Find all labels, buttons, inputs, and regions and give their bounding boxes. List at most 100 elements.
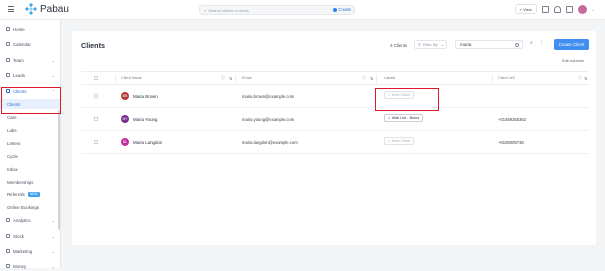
client-email: maria.brown@example.com: [242, 94, 295, 99]
create-client-button[interactable]: Create Client: [554, 39, 589, 50]
app-logo[interactable]: Pabau: [25, 3, 69, 15]
calendar-icon[interactable]: [541, 5, 549, 13]
user-avatar[interactable]: [577, 4, 587, 14]
filter-label: Filter By: [422, 42, 438, 47]
info-icon: ⓘ: [362, 76, 366, 80]
info-icon: ⓘ: [221, 76, 225, 80]
column-header-client-name[interactable]: Client Name: [121, 76, 142, 80]
client-email: maria.langdon@example.com: [242, 140, 298, 145]
client-count: 3 Clients: [390, 43, 408, 48]
sidebar-item-label: Team: [13, 57, 24, 63]
search-placeholder: Search clients or leads: [208, 7, 249, 13]
marketing-icon: [6, 249, 10, 253]
client-name[interactable]: Maria Langdon: [133, 140, 162, 145]
stock-icon: [6, 234, 10, 238]
info-icon: ⓘ: [578, 76, 582, 80]
pabau-logo-icon: [25, 3, 37, 15]
menu-icon[interactable]: [8, 6, 14, 12]
view-button[interactable]: + View: [514, 4, 537, 14]
client-phone: +01489255362: [498, 117, 527, 122]
select-all-checkbox[interactable]: [94, 76, 98, 80]
analytics-icon: [6, 218, 10, 222]
sidebar-item-stock[interactable]: Stock ⌄: [0, 231, 61, 241]
column-header-labels[interactable]: Labels: [384, 76, 395, 80]
sidebar-subitem-inbox[interactable]: Inbox: [0, 164, 61, 174]
home-icon: [6, 27, 10, 31]
search-icon: ⌕: [204, 7, 207, 13]
sidebar-subitem-memberships[interactable]: Memberships: [0, 177, 61, 187]
row-checkbox[interactable]: [94, 140, 98, 144]
chevron-down-icon: ⌄: [51, 73, 55, 78]
table-row[interactable]: MB Maria Brown maria.brown@example.com ⌂…: [81, 85, 589, 108]
sidebar-subitem-cycle[interactable]: Cycle: [0, 151, 61, 161]
bell-icon[interactable]: [553, 5, 561, 13]
column-divider: [115, 74, 116, 84]
sidebar-item-label: Leads: [13, 72, 25, 78]
avatar: MB: [121, 92, 129, 100]
row-checkbox[interactable]: [94, 117, 98, 121]
topbar-actions: + View ⌄: [514, 4, 595, 14]
sidebar-item-marketing[interactable]: Marketing ⌄: [0, 246, 61, 256]
chevron-down-icon: ⌄: [440, 42, 444, 47]
sort-icon[interactable]: ⇅: [370, 76, 373, 81]
chevron-down-icon: ⌄: [51, 264, 55, 269]
avatar: ML: [121, 138, 129, 146]
more-options-icon[interactable]: ⋮: [539, 40, 544, 49]
search-icon[interactable]: ⌕: [527, 40, 536, 49]
search-value: maria: [460, 42, 472, 47]
sidebar-item-label: Home: [13, 26, 25, 32]
client-search-input[interactable]: maria: [455, 40, 523, 49]
team-icon: [6, 58, 10, 62]
top-bar: Pabau ⌕ Search clients or leads Create +…: [0, 0, 605, 20]
table-row[interactable]: MY Maria Young maria.young@example.com ⌂…: [81, 108, 589, 131]
sidebar-subitem-online-bookings[interactable]: Online Bookings: [0, 202, 61, 212]
column-divider: [376, 74, 377, 84]
client-name[interactable]: Maria Young: [133, 117, 157, 122]
sidebar-item-calendar[interactable]: Calendar: [0, 39, 61, 49]
chevron-down-icon: ⌄: [51, 234, 55, 239]
sidebar-subitem-labs[interactable]: Labs: [0, 125, 61, 135]
global-search-input[interactable]: ⌕ Search clients or leads Create: [199, 5, 355, 15]
sort-icon[interactable]: ⇅: [229, 76, 232, 81]
client-name[interactable]: Maria Brown: [133, 94, 158, 99]
sidebar-item-home[interactable]: Home: [0, 24, 61, 34]
sidebar-subitem-letters[interactable]: Letters: [0, 138, 61, 148]
sort-icon[interactable]: ⇅: [584, 76, 587, 81]
filter-icon: ⚲: [418, 42, 421, 47]
column-divider: [492, 74, 493, 84]
sidebar-item-money[interactable]: Money ⌄: [0, 261, 61, 271]
sidebar-item-label: Marketing: [13, 248, 33, 254]
chevron-down-icon: ⌄: [51, 249, 55, 254]
sidebar: Home Calendar Team ⌄ Leads ⌄ Clients ⌃ C…: [0, 20, 61, 271]
clear-icon[interactable]: [515, 42, 519, 47]
sidebar-item-analytics[interactable]: Analytics ⌄: [0, 215, 61, 225]
edit-columns-link[interactable]: Edit columns: [562, 59, 584, 63]
avatar: MY: [121, 115, 129, 123]
column-header-client-cell[interactable]: Client cell: [498, 76, 514, 80]
row-checkbox[interactable]: [94, 94, 98, 98]
highlight-box-label: [375, 88, 439, 111]
page-title: Clients: [81, 41, 105, 50]
sidebar-item-team[interactable]: Team ⌄: [0, 55, 61, 65]
table-row[interactable]: ML Maria Langdon maria.langdon@example.c…: [81, 131, 589, 154]
new-badge: NEW: [27, 191, 40, 197]
sidebar-subitem-label: Referrals: [7, 191, 25, 197]
app-name: Pabau: [40, 3, 69, 15]
chevron-down-icon: ⌄: [51, 58, 55, 63]
column-divider: [235, 74, 236, 84]
column-header-email[interactable]: Email: [242, 76, 252, 80]
chevron-down-icon[interactable]: ⌄: [592, 7, 595, 12]
calendar-icon: [6, 42, 10, 46]
filter-dropdown[interactable]: ⚲ Filter By ⌄: [414, 40, 447, 49]
create-button[interactable]: Create: [332, 7, 351, 12]
sidebar-subitem-referrals[interactable]: Referrals NEW: [0, 189, 61, 199]
tag-icon: ⌂: [388, 116, 391, 120]
sidebar-item-leads[interactable]: Leads ⌄: [0, 70, 61, 80]
chat-icon[interactable]: [565, 5, 573, 13]
table-header: Client Name ⓘ ⇅ Email ⓘ ⇅ Labels Client …: [81, 71, 589, 85]
sidebar-scrollbar[interactable]: [58, 110, 60, 230]
chevron-down-icon: ⌄: [51, 218, 55, 223]
sidebar-item-label: Calendar: [13, 41, 31, 47]
clients-table: Client Name ⓘ ⇅ Email ⓘ ⇅ Labels Client …: [81, 71, 589, 154]
label-chip: ⌂ Wait List - Botox: [384, 114, 424, 122]
